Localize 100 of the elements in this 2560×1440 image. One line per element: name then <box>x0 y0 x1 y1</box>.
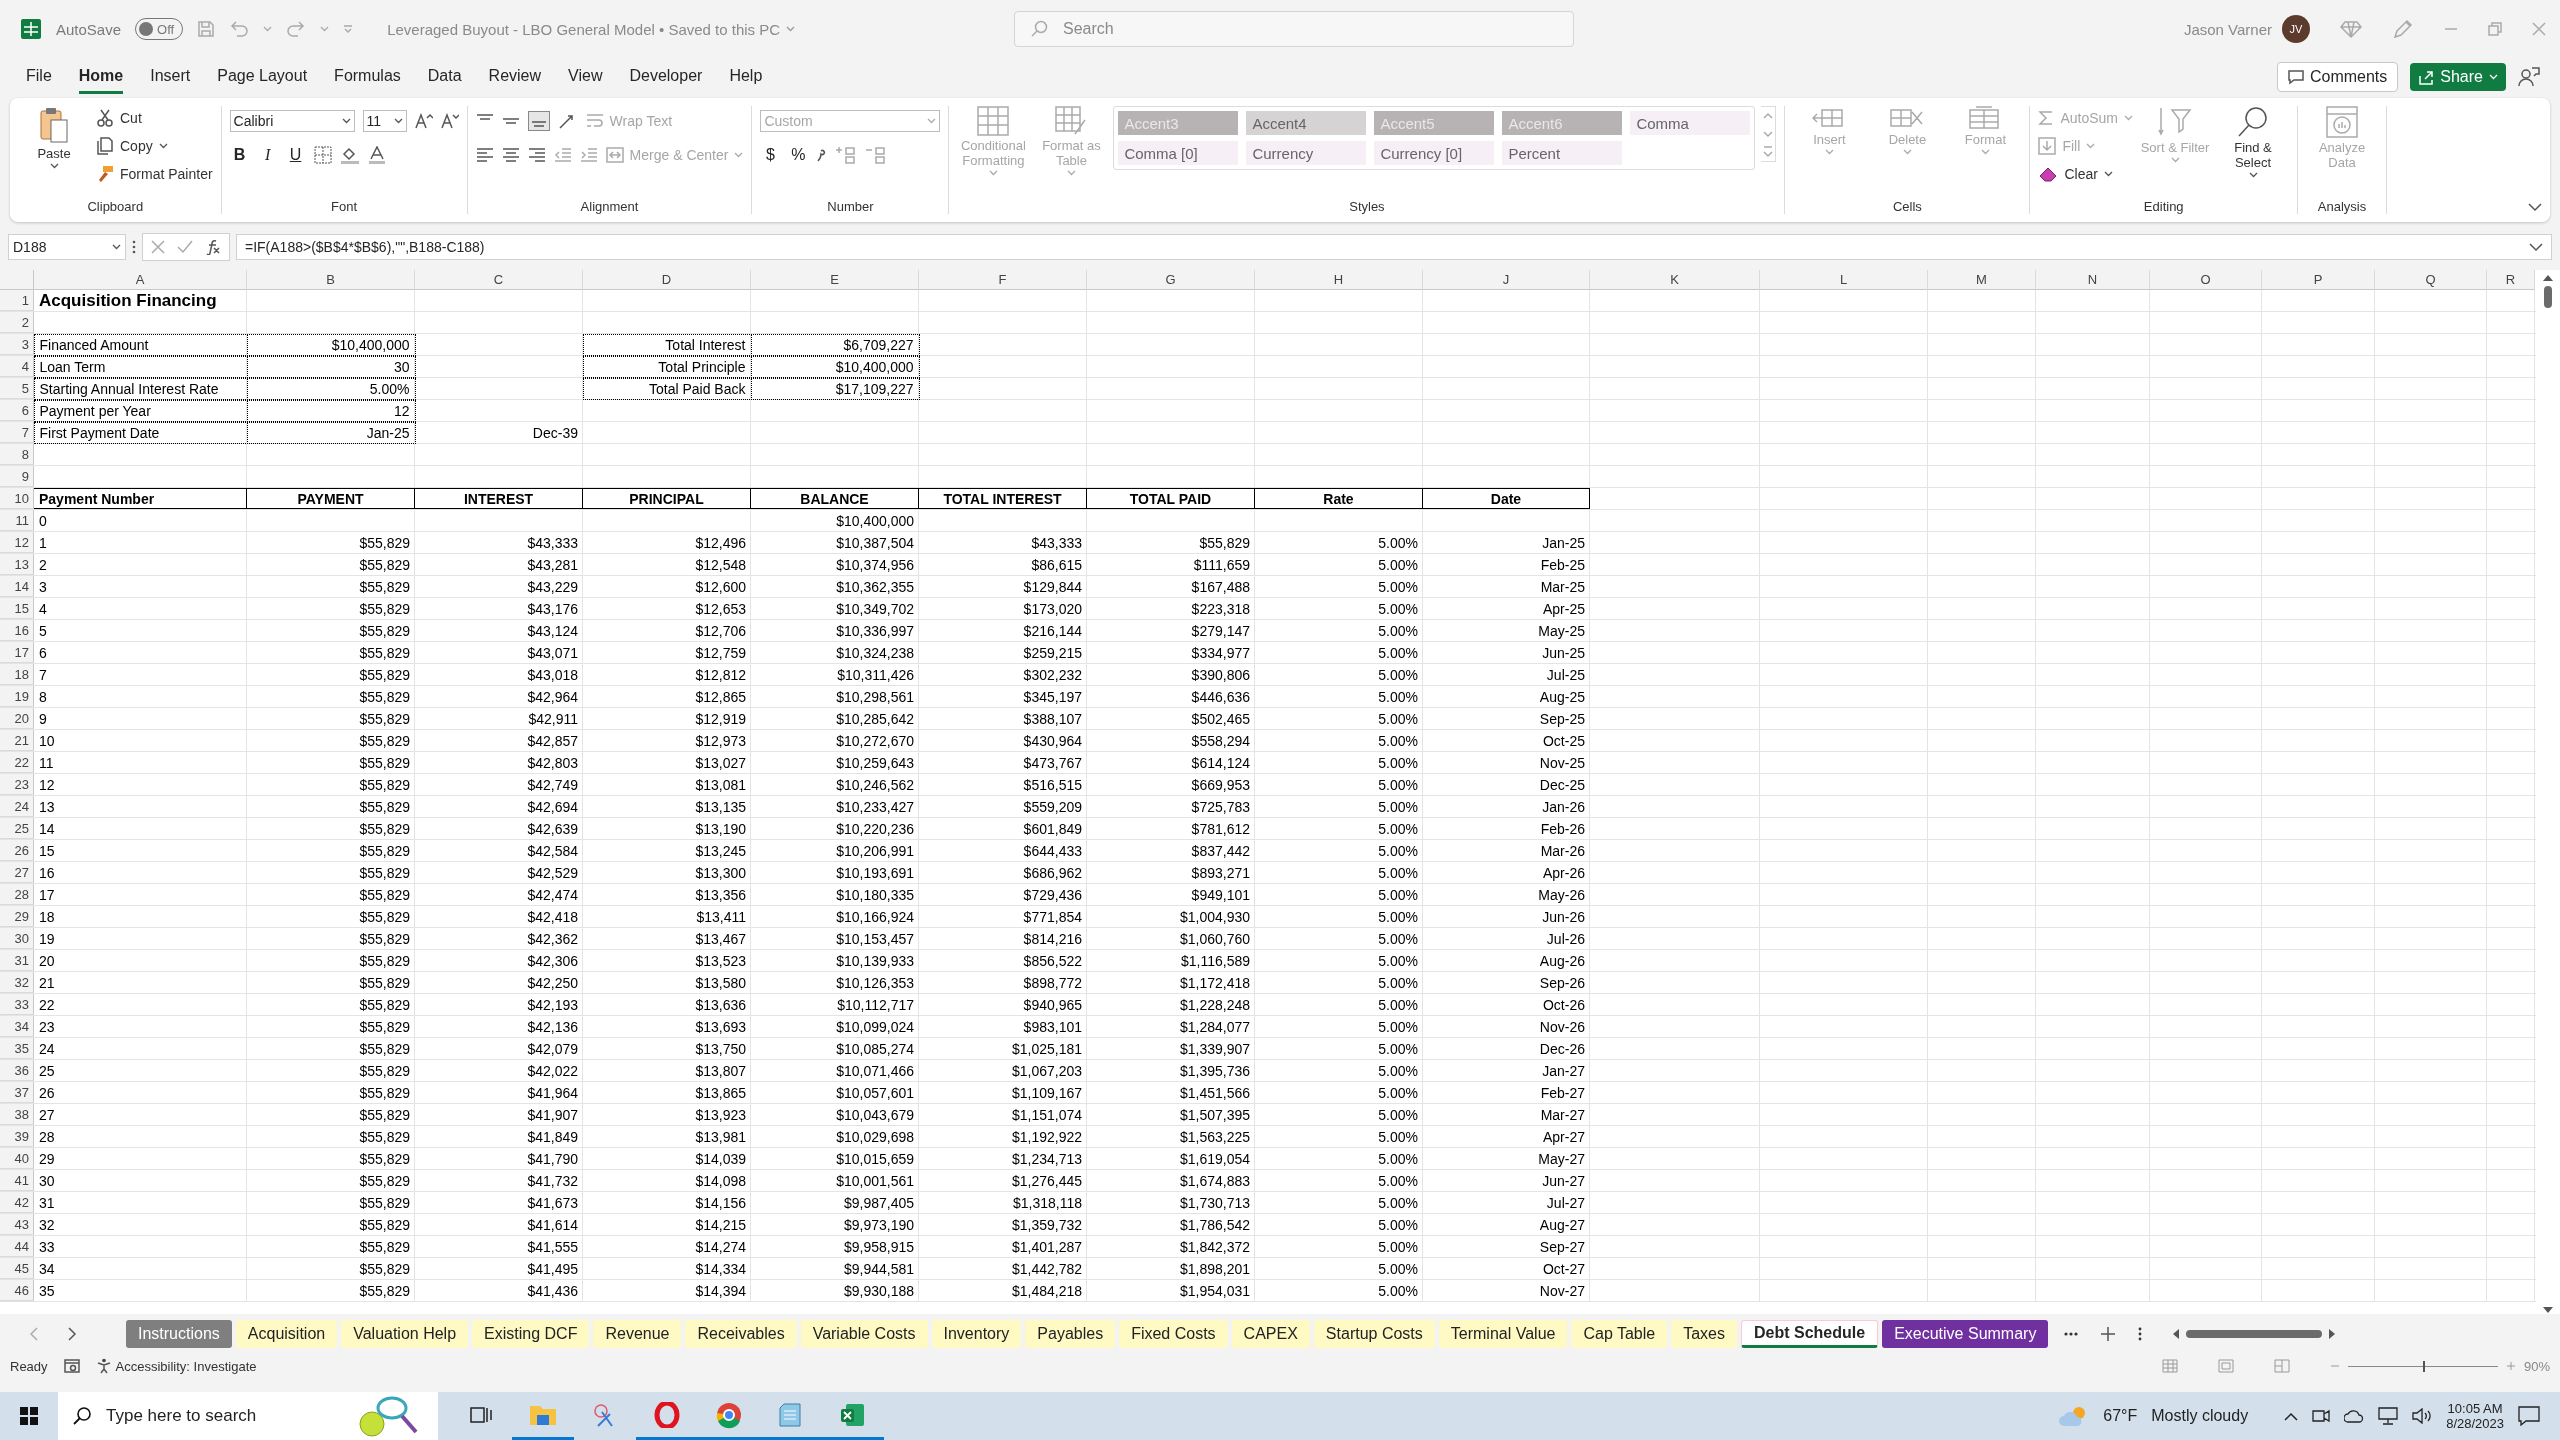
caret-icon[interactable] <box>341 118 351 124</box>
format-painter-button[interactable]: Format Painter <box>96 162 213 186</box>
row-header[interactable]: 3 <box>0 334 34 355</box>
sheet-tab[interactable]: CAPEX <box>1231 1320 1310 1348</box>
caret-icon[interactable] <box>158 143 168 149</box>
sheet-tab[interactable]: Existing DCF <box>472 1320 590 1348</box>
redo-icon[interactable] <box>286 21 307 37</box>
sheet-tab[interactable]: Payables <box>1025 1320 1116 1348</box>
comma-style-icon[interactable] <box>816 147 827 163</box>
notification-icon[interactable] <box>2518 1406 2540 1426</box>
font-name-field[interactable]: Calibri <box>229 110 355 132</box>
increase-decimal-icon[interactable] <box>834 146 857 164</box>
row-header[interactable]: 15 <box>0 598 34 619</box>
sheet-tab[interactable]: Cap Table <box>1571 1320 1668 1348</box>
menu-tab[interactable]: Home <box>78 60 124 94</box>
row-header[interactable]: 35 <box>0 1038 34 1059</box>
cell-style-item[interactable]: Currency [0] <box>1374 141 1495 165</box>
row-header[interactable]: 6 <box>0 400 34 421</box>
close-icon[interactable] <box>2532 22 2546 36</box>
weather-condition[interactable]: Mostly cloudy <box>2151 1407 2249 1425</box>
sheet-tab[interactable]: Variable Costs <box>800 1320 928 1348</box>
row-header[interactable]: 43 <box>0 1214 34 1235</box>
sheet-tab[interactable]: Acquisition <box>235 1320 338 1348</box>
column-header[interactable]: B <box>247 270 415 290</box>
column-header[interactable]: G <box>1087 270 1255 290</box>
speaker-icon[interactable] <box>2412 1408 2433 1424</box>
borders-icon[interactable] <box>313 146 332 164</box>
find-select-button[interactable]: Find & Select <box>2217 106 2289 178</box>
menu-tab[interactable]: File <box>26 60 52 94</box>
notepad-icon[interactable] <box>778 1401 804 1428</box>
column-header[interactable]: O <box>2150 270 2262 290</box>
cut-button[interactable]: Cut <box>96 106 213 130</box>
paste-button[interactable]: Paste <box>18 106 90 169</box>
column-header[interactable]: F <box>919 270 1087 290</box>
row-header[interactable]: 22 <box>0 752 34 773</box>
scroll-right-icon[interactable] <box>2328 1328 2337 1340</box>
caret-icon[interactable] <box>2103 171 2113 177</box>
row-header[interactable]: 20 <box>0 708 34 729</box>
menu-tab[interactable]: View <box>568 60 603 94</box>
row-header[interactable]: 29 <box>0 906 34 927</box>
column-header[interactable]: Q <box>2375 270 2487 290</box>
underline-button[interactable]: U <box>285 146 306 164</box>
currency-button[interactable]: $ <box>760 146 781 164</box>
sheet-tab[interactable]: Executive Summary <box>1882 1320 2049 1348</box>
row-header[interactable]: 36 <box>0 1060 34 1081</box>
column-header[interactable]: J <box>1423 270 1590 290</box>
row-header[interactable]: 44 <box>0 1236 34 1257</box>
caret-icon[interactable] <box>2248 172 2258 178</box>
row-header[interactable]: 9 <box>0 466 34 487</box>
scroll-down-icon[interactable] <box>2542 1306 2554 1314</box>
row-header[interactable]: 10 <box>0 488 34 509</box>
function-icon[interactable] <box>205 239 221 255</box>
row-header[interactable]: 45 <box>0 1258 34 1279</box>
scrollbar-thumb[interactable] <box>2186 1330 2323 1338</box>
row-header[interactable]: 21 <box>0 730 34 751</box>
fill-color-icon[interactable] <box>339 146 360 164</box>
sheet-tab[interactable]: Fixed Costs <box>1119 1320 1228 1348</box>
row-header[interactable]: 1 <box>0 290 34 311</box>
comments-button[interactable]: Comments <box>2276 62 2399 92</box>
sheet-tab[interactable]: Inventory <box>931 1320 1022 1348</box>
menu-tab[interactable]: Page Layout <box>217 60 308 94</box>
row-header[interactable]: 12 <box>0 532 34 553</box>
sheet-tab[interactable]: Valuation Help <box>341 1320 469 1348</box>
row-header[interactable]: 28 <box>0 884 34 905</box>
menu-tab[interactable]: Developer <box>629 60 703 94</box>
row-header[interactable]: 33 <box>0 994 34 1015</box>
decrease-font-size-icon[interactable] <box>440 113 459 129</box>
sheet-tab[interactable]: Debt Schedule <box>1741 1320 1879 1348</box>
row-header[interactable]: 13 <box>0 554 34 575</box>
row-header[interactable]: 4 <box>0 356 34 377</box>
row-header[interactable]: 11 <box>0 510 34 531</box>
user-avatar[interactable]: JV <box>2282 15 2310 43</box>
italic-button[interactable]: I <box>257 146 278 164</box>
menu-tab[interactable]: Data <box>427 60 462 94</box>
sheet-tab[interactable]: Startup Costs <box>1313 1320 1435 1348</box>
column-header[interactable]: A <box>34 270 247 290</box>
formula-field[interactable]: =IF(A188>($B$4*$B$6),"",B188-C188) <box>245 239 485 255</box>
caret-icon[interactable] <box>112 244 121 250</box>
font-size-field[interactable]: 11 <box>362 110 407 132</box>
increase-font-size-icon[interactable] <box>414 113 433 129</box>
expand-icon[interactable] <box>2529 242 2543 252</box>
sheet-tab[interactable]: Terminal Value <box>1438 1320 1568 1348</box>
name-box[interactable]: D188 <box>8 234 126 260</box>
check-icon[interactable] <box>177 240 193 254</box>
caret-icon[interactable] <box>393 118 403 124</box>
menu-tab[interactable]: Help <box>729 60 763 94</box>
row-header[interactable]: 30 <box>0 928 34 949</box>
row-header[interactable]: 7 <box>0 422 34 443</box>
menu-tab[interactable]: Formulas <box>334 60 401 94</box>
row-header[interactable]: 42 <box>0 1192 34 1213</box>
zoom-slider-thumb[interactable] <box>2422 1360 2425 1372</box>
column-header[interactable]: H <box>1255 270 1423 290</box>
row-header[interactable]: 16 <box>0 620 34 641</box>
cancel-icon[interactable] <box>151 240 165 254</box>
browser-icon[interactable] <box>715 1400 743 1429</box>
row-header[interactable]: 17 <box>0 642 34 663</box>
column-header[interactable]: D <box>583 270 751 290</box>
pen-icon[interactable] <box>2392 19 2414 39</box>
macro-record-icon[interactable] <box>63 1359 80 1373</box>
next-icon[interactable] <box>68 1327 76 1341</box>
